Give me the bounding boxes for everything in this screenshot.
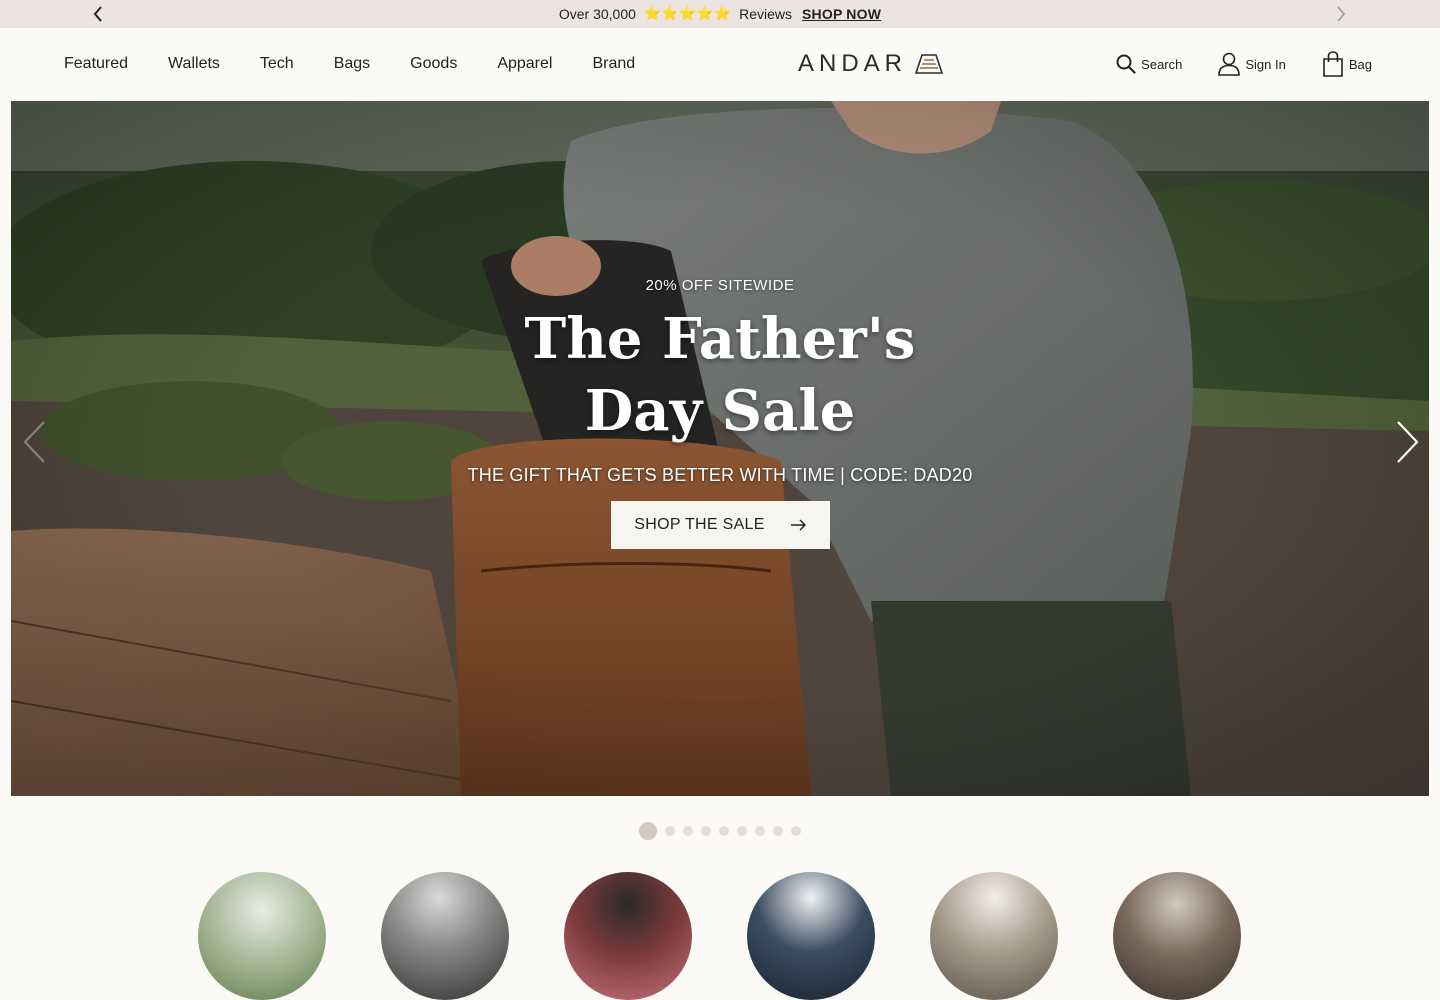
nav-item-goods[interactable]: Goods [410,55,457,73]
category-circle-3[interactable] [564,872,692,1000]
hero-content: 20% OFF SITEWIDE The Father's Day Sale T… [11,101,1429,796]
nav-item-featured[interactable]: Featured [64,55,128,73]
logo-wordmark: ANDAR [798,50,908,77]
shop-the-sale-button[interactable]: SHOP THE SALE [611,501,830,549]
category-circle-2[interactable] [381,872,509,1000]
category-circle-6[interactable] [1113,872,1241,1000]
main-nav: Featured Wallets Tech Bags Goods Apparel… [64,28,635,100]
hero-subheadline: THE GIFT THAT GETS BETTER WITH TIME | CO… [467,465,973,485]
announcement-prev-button[interactable] [88,4,108,24]
chevron-right-icon [1337,6,1346,22]
bag-button[interactable]: Bag [1322,51,1372,77]
carousel-dot-7[interactable] [755,826,765,836]
nav-item-brand[interactable]: Brand [592,55,635,73]
chevron-left-icon [93,6,102,22]
carousel-dot-2[interactable] [665,826,675,836]
star-rating-icon: ⭐⭐⭐⭐⭐ [643,6,732,22]
announcement-review-count: Over 30,000 [558,6,636,22]
category-circle-1[interactable] [198,872,326,1000]
nav-item-tech[interactable]: Tech [260,55,294,73]
chevron-left-icon [23,421,45,463]
shopping-bag-icon [1323,51,1343,77]
search-label: Search [1141,56,1183,72]
category-row [0,872,1440,1000]
carousel-dot-6[interactable] [737,826,747,836]
hero-carousel: 20% OFF SITEWIDE The Father's Day Sale T… [11,101,1429,796]
search-icon [1116,54,1136,74]
category-circle-5[interactable] [930,872,1058,1000]
carousel-dot-8[interactable] [773,826,783,836]
bag-label: Bag [1348,56,1372,72]
carousel-dot-5[interactable] [719,826,729,836]
announcement-next-button[interactable] [1331,4,1351,24]
hero-prev-button[interactable] [17,419,51,465]
user-icon [1218,52,1241,76]
logo-mark-icon [915,54,944,74]
announcement-bar: Over 30,000 ⭐⭐⭐⭐⭐ Reviews SHOP NOW [0,0,1440,28]
carousel-dot-3[interactable] [683,826,693,836]
arrow-right-icon [790,519,806,531]
nav-item-apparel[interactable]: Apparel [497,55,552,73]
search-button[interactable]: Search [1116,54,1182,74]
announcement-reviews-label: Reviews [739,6,792,22]
andar-logo[interactable]: ANDAR [798,50,944,78]
carousel-dot-9[interactable] [791,826,801,836]
shop-now-link[interactable]: SHOP NOW [802,6,881,22]
nav-item-wallets[interactable]: Wallets [168,55,220,73]
nav-item-bags[interactable]: Bags [334,55,370,73]
carousel-dot-1[interactable] [639,822,657,840]
hero-next-button[interactable] [1391,419,1425,465]
chevron-right-icon [1397,421,1419,463]
cta-label: SHOP THE SALE [634,516,765,533]
category-circle-4[interactable] [747,872,875,1000]
carousel-pagination [0,822,1440,840]
hero-kicker: 20% OFF SITEWIDE [645,277,795,294]
hero-headline: The Father's Day Sale [524,306,916,444]
announcement-text: Over 30,000 ⭐⭐⭐⭐⭐ Reviews SHOP NOW [559,6,881,22]
carousel-dot-4[interactable] [701,826,711,836]
sign-in-button[interactable]: Sign In [1218,52,1286,76]
sign-in-label: Sign In [1245,56,1286,72]
site-header: Featured Wallets Tech Bags Goods Apparel… [0,28,1440,100]
header-utilities: Search Sign In Bag [1116,28,1372,100]
